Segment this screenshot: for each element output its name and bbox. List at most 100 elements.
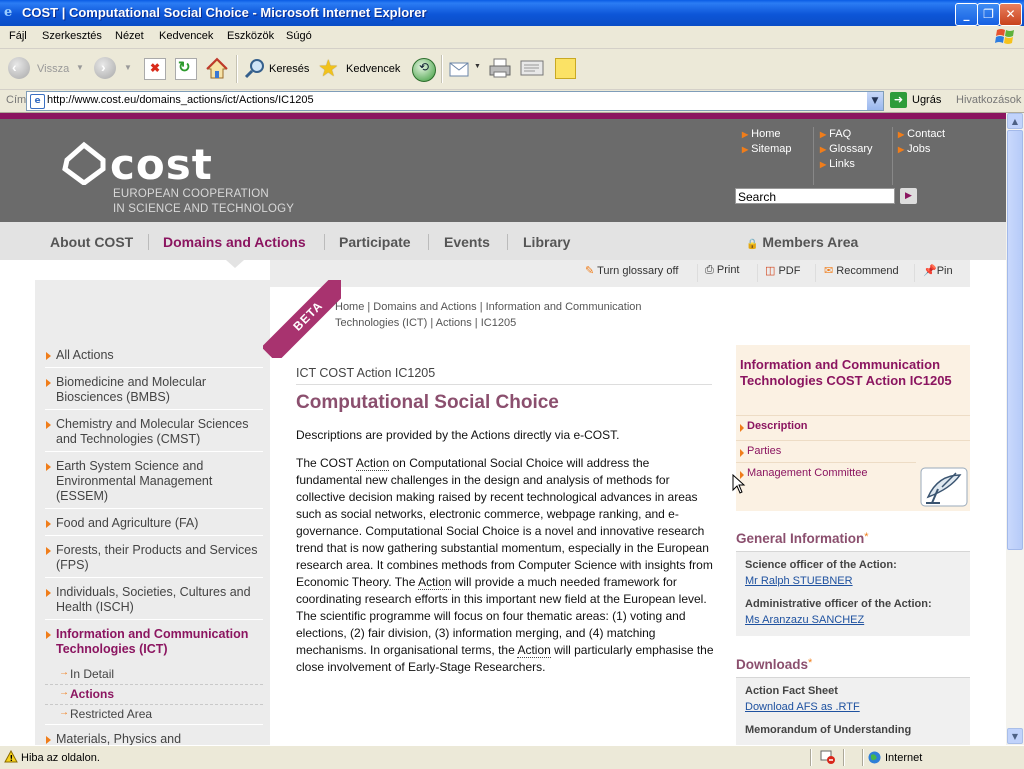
action-link-management-committee[interactable]: Management Committee xyxy=(736,462,916,483)
action-code-heading: ICT COST Action IC1205 xyxy=(296,366,436,380)
pin-link[interactable]: 📌Pin xyxy=(923,264,953,277)
edit-page-icon xyxy=(520,60,544,76)
faq-link[interactable]: ▶ FAQ xyxy=(820,128,851,140)
action-box-title: Information and Communication Technologi… xyxy=(740,357,952,388)
address-bar: Cím e http://www.cost.eu/domains_actions… xyxy=(0,90,1024,113)
toolbar: ‹ Vissza ▼ › ▼ ✖ ↻ Keresés ★ Kedvencek ⟲ xyxy=(0,49,1024,90)
leftnav-cmst[interactable]: Chemistry and Molecular Sciences and Tec… xyxy=(45,410,263,452)
action-description: The COST Action on Computational Social … xyxy=(296,456,714,674)
vertical-scrollbar[interactable]: ▲ ▼ xyxy=(1006,113,1024,745)
action-link-description[interactable]: Description xyxy=(736,415,970,436)
menu-edit[interactable]: Szerkesztés xyxy=(42,30,102,42)
contact-link[interactable]: ▶ Contact xyxy=(898,128,945,140)
site-search-input[interactable]: Search xyxy=(735,188,895,204)
menu-bar: Fájl Szerkesztés Nézet Kedvencek Eszközö… xyxy=(0,26,1024,49)
cost-logo[interactable]: cost xyxy=(62,141,252,185)
address-dropdown-button[interactable]: ▼ xyxy=(867,92,883,110)
print-link[interactable]: ⎙ Print xyxy=(705,264,740,277)
menu-file[interactable]: Fájl xyxy=(9,30,27,42)
domain-navigation: All Actions Biomedicine and Molecular Bi… xyxy=(45,345,263,745)
leftnav-fa[interactable]: Food and Agriculture (FA) xyxy=(45,509,263,536)
title-bar: e COST | Computational Social Choice - M… xyxy=(0,0,1024,26)
leftnav-fps[interactable]: Forests, their Products and Services (FP… xyxy=(45,536,263,578)
sitemap-link[interactable]: ▶ Sitemap xyxy=(742,143,792,155)
nav-members-area[interactable]: 🔒 Members Area xyxy=(746,234,858,250)
edit-button[interactable] xyxy=(519,57,545,81)
popup-blocked-icon[interactable] xyxy=(820,750,836,768)
scroll-thumb[interactable] xyxy=(1007,130,1023,550)
status-text: Hiba az oldalon. xyxy=(21,752,100,764)
close-button[interactable]: ✕ xyxy=(999,3,1022,26)
leftnav-sub-actions[interactable]: → Actions xyxy=(45,685,263,705)
recommend-icon: ✉ xyxy=(824,265,834,277)
stop-button[interactable]: ✖ xyxy=(143,57,166,81)
pdf-link[interactable]: ◫ PDF xyxy=(765,264,800,277)
leftnav-mpns[interactable]: Materials, Physics and Nanosciences (MPN… xyxy=(45,725,263,745)
leftnav-ict[interactable]: Information and Communication Technologi… xyxy=(45,620,263,661)
cost-tagline: EUROPEAN COOPERATION IN SCIENCE AND TECH… xyxy=(113,188,295,215)
address-url: http://www.cost.eu/domains_actions/ict/A… xyxy=(47,94,314,106)
scroll-up-button[interactable]: ▲ xyxy=(1007,113,1023,129)
glossary-term[interactable]: Action xyxy=(517,643,551,658)
glossary-term[interactable]: Action xyxy=(355,456,390,471)
jobs-link[interactable]: ▶ Jobs xyxy=(898,143,930,155)
menu-favorites[interactable]: Kedvencek xyxy=(159,30,213,42)
admin-officer-label: Administrative officer of the Action: xyxy=(745,598,932,610)
refresh-button[interactable]: ↻ xyxy=(174,57,197,81)
breadcrumb[interactable]: Home | Domains and Actions | Information… xyxy=(335,299,707,331)
leftnav-sub-in-detail[interactable]: → In Detail xyxy=(45,665,263,685)
maximize-button[interactable]: ❐ xyxy=(977,3,1000,26)
glossary-icon: ✎ xyxy=(585,265,595,277)
search-button[interactable]: Keresés xyxy=(244,57,310,81)
home-button[interactable] xyxy=(205,57,229,81)
windows-logo-icon xyxy=(995,29,1014,44)
leftnav-sub-restricted-area[interactable]: → Restricted Area xyxy=(45,705,263,725)
menu-help[interactable]: Súgó xyxy=(286,30,312,42)
nav-about-cost[interactable]: About COST xyxy=(50,234,133,250)
science-officer-link[interactable]: Mr Ralph STUEBNER xyxy=(745,575,853,587)
links-link[interactable]: ▶ Links xyxy=(820,158,855,170)
ie-icon: e xyxy=(4,5,13,20)
satellite-dish-icon xyxy=(920,467,968,507)
beta-ribbon: BETA xyxy=(263,280,341,358)
afs-download-link[interactable]: Download AFS as .RTF xyxy=(745,701,860,713)
nav-participate[interactable]: Participate xyxy=(339,234,411,250)
pin-icon: 📌 xyxy=(923,265,937,277)
print-icon: ⎙ xyxy=(705,264,714,276)
mou-label: Memorandum of Understanding xyxy=(745,724,912,736)
leftnav-bmbs[interactable]: Biomedicine and Molecular Biosciences (B… xyxy=(45,368,263,410)
mail-icon xyxy=(449,62,469,77)
internet-zone-icon xyxy=(868,751,881,767)
security-zone: Internet xyxy=(885,752,923,764)
menu-tools[interactable]: Eszközök xyxy=(227,30,274,42)
leftnav-all-actions[interactable]: All Actions xyxy=(45,345,263,368)
history-button[interactable]: ⟲ xyxy=(411,57,436,82)
svg-text:!: ! xyxy=(10,754,14,763)
site-search-button[interactable]: ▶ xyxy=(900,188,917,204)
science-officer-label: Science officer of the Action: xyxy=(745,559,897,571)
favorites-button[interactable]: ★ Kedvencek xyxy=(318,55,402,81)
glossary-term[interactable]: Action xyxy=(418,575,452,590)
pdf-icon: ◫ xyxy=(765,265,776,277)
scroll-down-button[interactable]: ▼ xyxy=(1007,728,1023,744)
recommend-link[interactable]: ✉ Recommend xyxy=(824,264,899,277)
nav-events[interactable]: Events xyxy=(444,234,490,250)
nav-library[interactable]: Library xyxy=(523,234,570,250)
mail-button[interactable]: ▼ xyxy=(448,57,482,81)
action-link-parties[interactable]: Parties xyxy=(736,440,970,461)
leftnav-isch[interactable]: Individuals, Societies, Cultures and Hea… xyxy=(45,578,263,620)
minimize-button[interactable]: _ xyxy=(955,3,978,26)
print-button[interactable] xyxy=(488,57,512,81)
lead-text: Descriptions are provided by the Actions… xyxy=(296,428,620,442)
menu-view[interactable]: Nézet xyxy=(115,30,144,42)
admin-officer-link[interactable]: Ms Aranzazu SANCHEZ xyxy=(745,614,864,626)
note-button[interactable] xyxy=(553,57,577,81)
address-input[interactable]: e http://www.cost.eu/domains_actions/ict… xyxy=(26,91,884,111)
links-button[interactable]: Hivatkozások xyxy=(956,94,1021,106)
nav-domains-and-actions[interactable]: Domains and Actions xyxy=(163,234,306,250)
leftnav-essem[interactable]: Earth System Science and Environmental M… xyxy=(45,452,263,509)
home-link[interactable]: ▶ Home xyxy=(742,128,781,140)
glossary-link[interactable]: ▶ Glossary xyxy=(820,143,873,155)
glossary-toggle[interactable]: ✎ Turn glossary off xyxy=(585,264,678,277)
warning-icon[interactable]: ! xyxy=(4,749,18,763)
